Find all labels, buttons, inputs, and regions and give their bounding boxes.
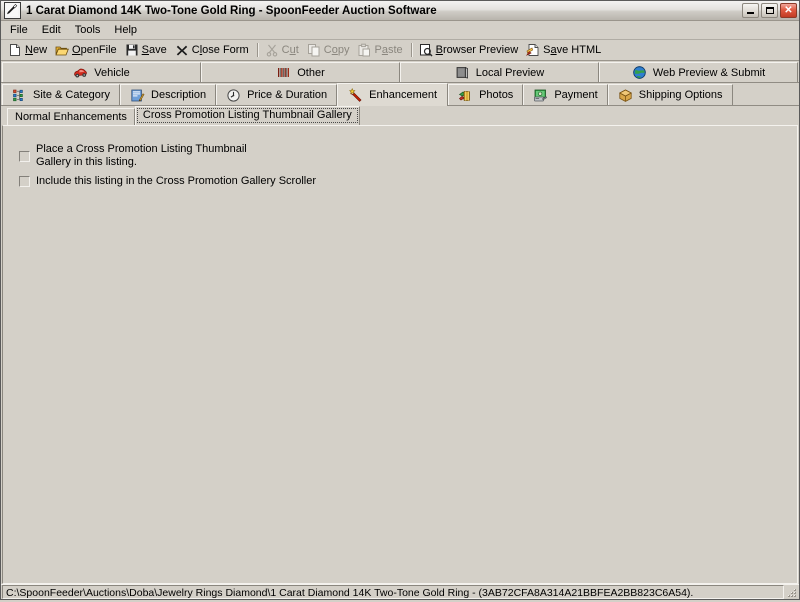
- paste-button-label: Paste: [374, 44, 403, 56]
- close-icon: ✕: [784, 4, 793, 16]
- menu-item-file[interactable]: File: [3, 22, 35, 38]
- tab-photos-label: Photos: [479, 89, 514, 101]
- subtab-row: Normal Enhancements Cross Promotion List…: [1, 106, 799, 125]
- save-button[interactable]: Save: [122, 42, 172, 59]
- close-form-button[interactable]: Close Form: [172, 42, 254, 59]
- film-roll-icon: [458, 90, 470, 101]
- copy-icon: [307, 44, 320, 57]
- window-controls: ✕: [742, 3, 797, 18]
- pen-icon: [4, 2, 21, 19]
- floppy-disk-icon: [126, 44, 138, 56]
- save-html-icon: [526, 44, 539, 56]
- barcode-icon: [278, 68, 290, 77]
- save-html-button[interactable]: Save HTML: [523, 42, 606, 59]
- tab-payment-label: Payment: [554, 89, 598, 101]
- cut-button-label: Cut: [281, 44, 299, 56]
- paste-icon: [358, 43, 371, 57]
- content-panel: Place a Cross Promotion Listing Thumbnai…: [2, 125, 798, 584]
- subtab-cross-promotion-listing-thumbnail-gallery[interactable]: Cross Promotion Listing Thumbnail Galler…: [134, 106, 360, 125]
- package-box-icon: [618, 89, 632, 102]
- clock-icon: [227, 88, 240, 102]
- browser-preview-button-label: Browser Preview: [435, 44, 519, 56]
- openfile-button-label: OpenFile: [72, 44, 117, 56]
- tab-web-preview-submit-label: Web Preview & Submit: [652, 66, 766, 79]
- menu-item-edit[interactable]: Edit: [35, 22, 68, 38]
- tab-enhancement-label: Enhancement: [369, 89, 438, 101]
- menu-bar: File Edit Tools Help: [1, 21, 799, 40]
- cross-promotion-gallery-checkbox[interactable]: [19, 151, 30, 162]
- tab-local-preview[interactable]: Local Preview: [400, 62, 599, 82]
- paste-button[interactable]: Paste: [354, 42, 407, 59]
- monitor-icon: [456, 66, 468, 79]
- tab-payment[interactable]: Payment: [523, 84, 608, 105]
- tab-vehicle[interactable]: Vehicle: [2, 62, 201, 82]
- subtab-normal-enhancements[interactable]: Normal Enhancements: [7, 108, 135, 125]
- tree-icon: [13, 89, 23, 101]
- cut-button[interactable]: Cut: [262, 42, 304, 59]
- save-html-button-label: Save HTML: [543, 44, 602, 56]
- tab-site-category[interactable]: Site & Category: [2, 84, 121, 105]
- tab-other-label: Other: [297, 66, 325, 79]
- scissors-icon: [266, 44, 277, 57]
- close-form-button-label: Close Form: [191, 44, 249, 56]
- tab-enhancement[interactable]: Enhancement: [337, 83, 449, 106]
- copy-button-label: Copy: [323, 44, 350, 56]
- window-title: 1 Carat Diamond 14K Two-Tone Gold Ring -…: [26, 4, 437, 17]
- secondary-tab-row: Site & Category Description Price & Dura…: [1, 83, 799, 106]
- browser-preview-button[interactable]: Browser Preview: [416, 42, 524, 59]
- primary-tab-row: Vehicle Other Local Preview Web Preview …: [1, 61, 799, 83]
- open-folder-icon: [55, 46, 69, 56]
- toolbar: New OpenFile Save Close Form Cut Copy Pa…: [1, 40, 799, 61]
- status-path-text: C:\SpoonFeeder\Auctions\Doba\Jewelry Rin…: [2, 585, 784, 599]
- application-window: 1 Carat Diamond 14K Two-Tone Gold Ring -…: [0, 0, 800, 600]
- resize-grip[interactable]: [784, 585, 798, 599]
- gallery-scroller-checkbox-row[interactable]: Include this listing in the Cross Promot…: [19, 175, 316, 188]
- payment-card-icon: [534, 89, 548, 101]
- tab-price-duration-label: Price & Duration: [247, 89, 328, 101]
- gallery-scroller-checkbox[interactable]: [19, 176, 30, 187]
- new-document-icon: [10, 44, 20, 56]
- save-button-label: Save: [141, 44, 167, 56]
- cross-promotion-gallery-checkbox-row[interactable]: Place a Cross Promotion Listing Thumbnai…: [19, 143, 247, 169]
- status-bar: C:\SpoonFeeder\Auctions\Doba\Jewelry Rin…: [1, 584, 799, 599]
- tab-shipping-options[interactable]: Shipping Options: [607, 84, 733, 105]
- tab-site-category-label: Site & Category: [33, 89, 111, 101]
- copy-button[interactable]: Copy: [304, 42, 355, 59]
- globe-icon: [633, 66, 646, 79]
- gallery-scroller-label: Include this listing in the Cross Promot…: [36, 175, 317, 187]
- close-x-icon: [176, 45, 187, 56]
- car-icon: [74, 68, 88, 78]
- tab-web-preview-submit[interactable]: Web Preview & Submit: [599, 62, 798, 82]
- tab-local-preview-label: Local Preview: [475, 66, 545, 79]
- tab-price-duration[interactable]: Price & Duration: [216, 84, 338, 105]
- tab-shipping-options-label: Shipping Options: [638, 89, 723, 101]
- tab-photos[interactable]: Photos: [448, 84, 524, 105]
- magic-wand-icon: [349, 87, 362, 102]
- title-bar: 1 Carat Diamond 14K Two-Tone Gold Ring -…: [1, 1, 799, 21]
- new-button-label: New: [25, 44, 48, 56]
- cross-promotion-gallery-label: Place a Cross Promotion Listing Thumbnai…: [36, 143, 247, 168]
- toolbar-separator: [256, 43, 259, 57]
- new-button[interactable]: New: [5, 42, 52, 59]
- minimize-button[interactable]: [742, 3, 759, 18]
- menu-item-tools[interactable]: Tools: [68, 22, 108, 38]
- tab-description-label: Description: [151, 89, 207, 101]
- notepad-pencil-icon: [131, 89, 145, 101]
- close-button[interactable]: ✕: [780, 3, 797, 18]
- openfile-button[interactable]: OpenFile: [52, 42, 122, 59]
- maximize-button[interactable]: [761, 3, 778, 18]
- tab-other[interactable]: Other: [201, 62, 400, 82]
- browser-preview-icon: [419, 44, 433, 57]
- tab-vehicle-label: Vehicle: [94, 66, 130, 79]
- toolbar-separator: [410, 43, 413, 57]
- tab-description[interactable]: Description: [120, 84, 217, 105]
- menu-item-help[interactable]: Help: [107, 22, 144, 38]
